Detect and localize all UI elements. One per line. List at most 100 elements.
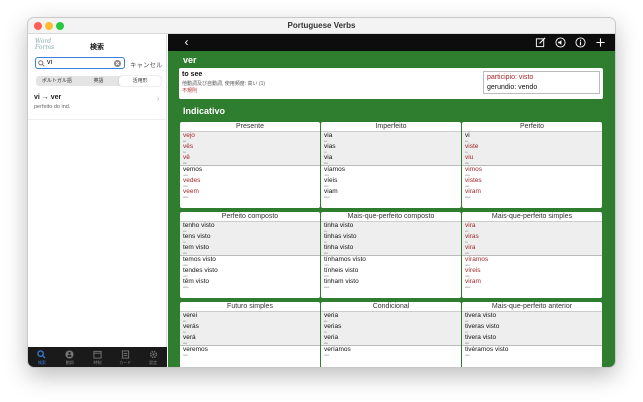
conjugation-row[interactable]: tivéramos visto nós [462, 346, 602, 357]
segment-english[interactable]: 英語 [78, 76, 120, 86]
tab-cards-label: カード [119, 360, 132, 365]
conjugation-row[interactable]: viste tu [462, 143, 602, 154]
navigation-bar: ‹ [168, 34, 615, 51]
conjugation-row[interactable]: tiveras visto tu [462, 323, 602, 334]
pronoun-label: eles [324, 285, 330, 289]
nominal-forms-box: participio: visto gerundio: vendo [483, 71, 600, 94]
conjugation-row[interactable]: vimos nós [462, 166, 602, 177]
conjugation-row[interactable]: vira eu [462, 222, 602, 233]
conjugation-row[interactable]: viu ele [462, 154, 602, 165]
search-result-item[interactable]: vi → ver perfeito do ind. › [28, 92, 167, 120]
tab-search-label: 検索 [37, 360, 46, 365]
segment-conjugated-forms[interactable]: 活用形 [119, 76, 162, 86]
result-title: vi → ver [34, 94, 61, 101]
conjugation-row[interactable]: víramos nós [462, 256, 602, 267]
tab-verbs-label: 動詞 [65, 360, 74, 365]
conjugation-row[interactable]: tinha visto ele [321, 244, 461, 255]
pronoun-label: eles [465, 285, 471, 289]
conjugation-row[interactable]: tinhas visto tu [321, 233, 461, 244]
conjugation-row[interactable]: temos visto nós [180, 256, 320, 267]
tense-table: Mais-que-perfeito simples vira eu viras tu vi… [462, 212, 602, 298]
conjugation-row[interactable]: vistes vós [462, 177, 602, 188]
tense-table: Perfeito vi eu viste tu viu ele vimos nós vistes v… [462, 122, 602, 208]
conjugation-row[interactable]: tinham visto eles [321, 278, 461, 289]
segment-portuguese[interactable]: ポルトガル語 [36, 76, 78, 86]
verb-usage: 他動詞及び自動詞, 使用頻度: 高い (1) [182, 81, 266, 87]
conjugation-row[interactable]: viram eles [462, 278, 602, 289]
conjugation-row[interactable]: via ele [321, 154, 461, 165]
conjugation-row[interactable]: verias tu [321, 323, 461, 334]
tab-settings[interactable]: 設定 [139, 347, 167, 367]
verb-form: tens visto [183, 233, 211, 240]
conjugation-row[interactable]: viras tu [462, 233, 602, 244]
conjugation-row[interactable]: tendes visto vós [180, 267, 320, 278]
search-scope-segmented-control: ポルトガル語 英語 活用形 [36, 76, 162, 86]
conjugation-row[interactable]: tínheis visto vós [321, 267, 461, 278]
conjugation-row[interactable]: viam eles [321, 188, 461, 199]
conjugation-row[interactable]: vejo eu [180, 132, 320, 143]
conjugation-row[interactable]: vemos nós [180, 166, 320, 177]
pronoun-label: nós [465, 353, 470, 357]
tense-title: Perfeito composto [180, 212, 320, 222]
tab-verbs[interactable]: 動詞 [56, 347, 84, 367]
conjugation-row[interactable]: tivera visto eu [462, 312, 602, 323]
conjugation-row[interactable]: veria ele [321, 334, 461, 345]
conjugation-row[interactable]: têm visto eles [180, 278, 320, 289]
pronoun-label: ele [465, 341, 470, 345]
conjugation-row[interactable]: veríamos nós [321, 346, 461, 357]
tab-cards[interactable]: カード [111, 347, 139, 367]
back-chevron-icon[interactable]: ‹ [181, 36, 192, 48]
verb-form: tinha visto [324, 222, 354, 229]
cancel-button[interactable]: キャンセル [130, 59, 163, 69]
pronoun-label: nós [324, 353, 329, 357]
pronoun-label: eles [183, 285, 189, 289]
conjugation-row[interactable]: veremos nós [180, 346, 320, 357]
conjugation-row[interactable]: vedes vós [180, 177, 320, 188]
tense-table: Mais-que-perfeito composto tinha visto eu t… [321, 212, 461, 298]
conjugation-row[interactable]: viram eles [462, 188, 602, 199]
tense-title: Perfeito [462, 122, 602, 132]
conjugation-row[interactable]: vê ele [180, 154, 320, 165]
conjugation-row[interactable]: tens visto tu [180, 233, 320, 244]
verb-form: tínhamos visto [324, 256, 366, 263]
tab-tenses[interactable]: 時制 [84, 347, 112, 367]
conjugation-row[interactable]: víamos nós [321, 166, 461, 177]
conjugation-row[interactable]: vês tu [180, 143, 320, 154]
conjugation-row[interactable]: tenho visto eu [180, 222, 320, 233]
search-icon [38, 59, 45, 67]
edit-icon[interactable] [535, 37, 546, 48]
conjugation-row[interactable]: tem visto ele [180, 244, 320, 255]
conjugation-row[interactable]: vias tu [321, 143, 461, 154]
conjugation-row[interactable]: veem eles [180, 188, 320, 199]
tab-bar: 検索 動詞 時制 カード 設定 [28, 347, 167, 367]
conjugation-row[interactable]: vi eu [462, 132, 602, 143]
conjugation-row[interactable]: via eu [321, 132, 461, 143]
search-field[interactable] [35, 57, 125, 69]
pronoun-label: ele [465, 161, 470, 165]
pronoun-label: eles [465, 195, 471, 199]
conjugation-row[interactable]: verei eu [180, 312, 320, 323]
verb-form: tinha visto [324, 244, 354, 251]
pronoun-label: eles [324, 195, 330, 199]
search-input[interactable] [47, 58, 112, 67]
conjugation-row[interactable]: tivera visto ele [462, 334, 602, 345]
search-icon [37, 350, 46, 359]
tab-search[interactable]: 検索 [28, 347, 56, 367]
participio-form: participio: visto [487, 74, 534, 81]
clear-search-icon[interactable] [114, 59, 121, 67]
pronoun-label: ele [324, 251, 329, 255]
conjugation-row[interactable]: veria eu [321, 312, 461, 323]
info-icon[interactable] [575, 37, 586, 48]
conjugation-row[interactable]: verás tu [180, 323, 320, 334]
speaker-icon[interactable] [555, 37, 566, 48]
conjugation-row[interactable]: víreis vós [462, 267, 602, 278]
result-subtitle: perfeito do ind. [34, 104, 71, 110]
verb-form: tivera visto [465, 334, 497, 341]
add-icon[interactable] [595, 37, 606, 48]
conjugation-row[interactable]: verá ele [180, 334, 320, 345]
conjugation-row[interactable]: tinha visto eu [321, 222, 461, 233]
conjugation-row[interactable]: vira ele [462, 244, 602, 255]
conjugation-row[interactable]: tínhamos visto nós [321, 256, 461, 267]
conjugation-view: ‹ ver to see 他動詞及び自動詞, 使用頻度: 高い (1) 不規則 … [168, 34, 615, 367]
conjugation-row[interactable]: víeis vós [321, 177, 461, 188]
